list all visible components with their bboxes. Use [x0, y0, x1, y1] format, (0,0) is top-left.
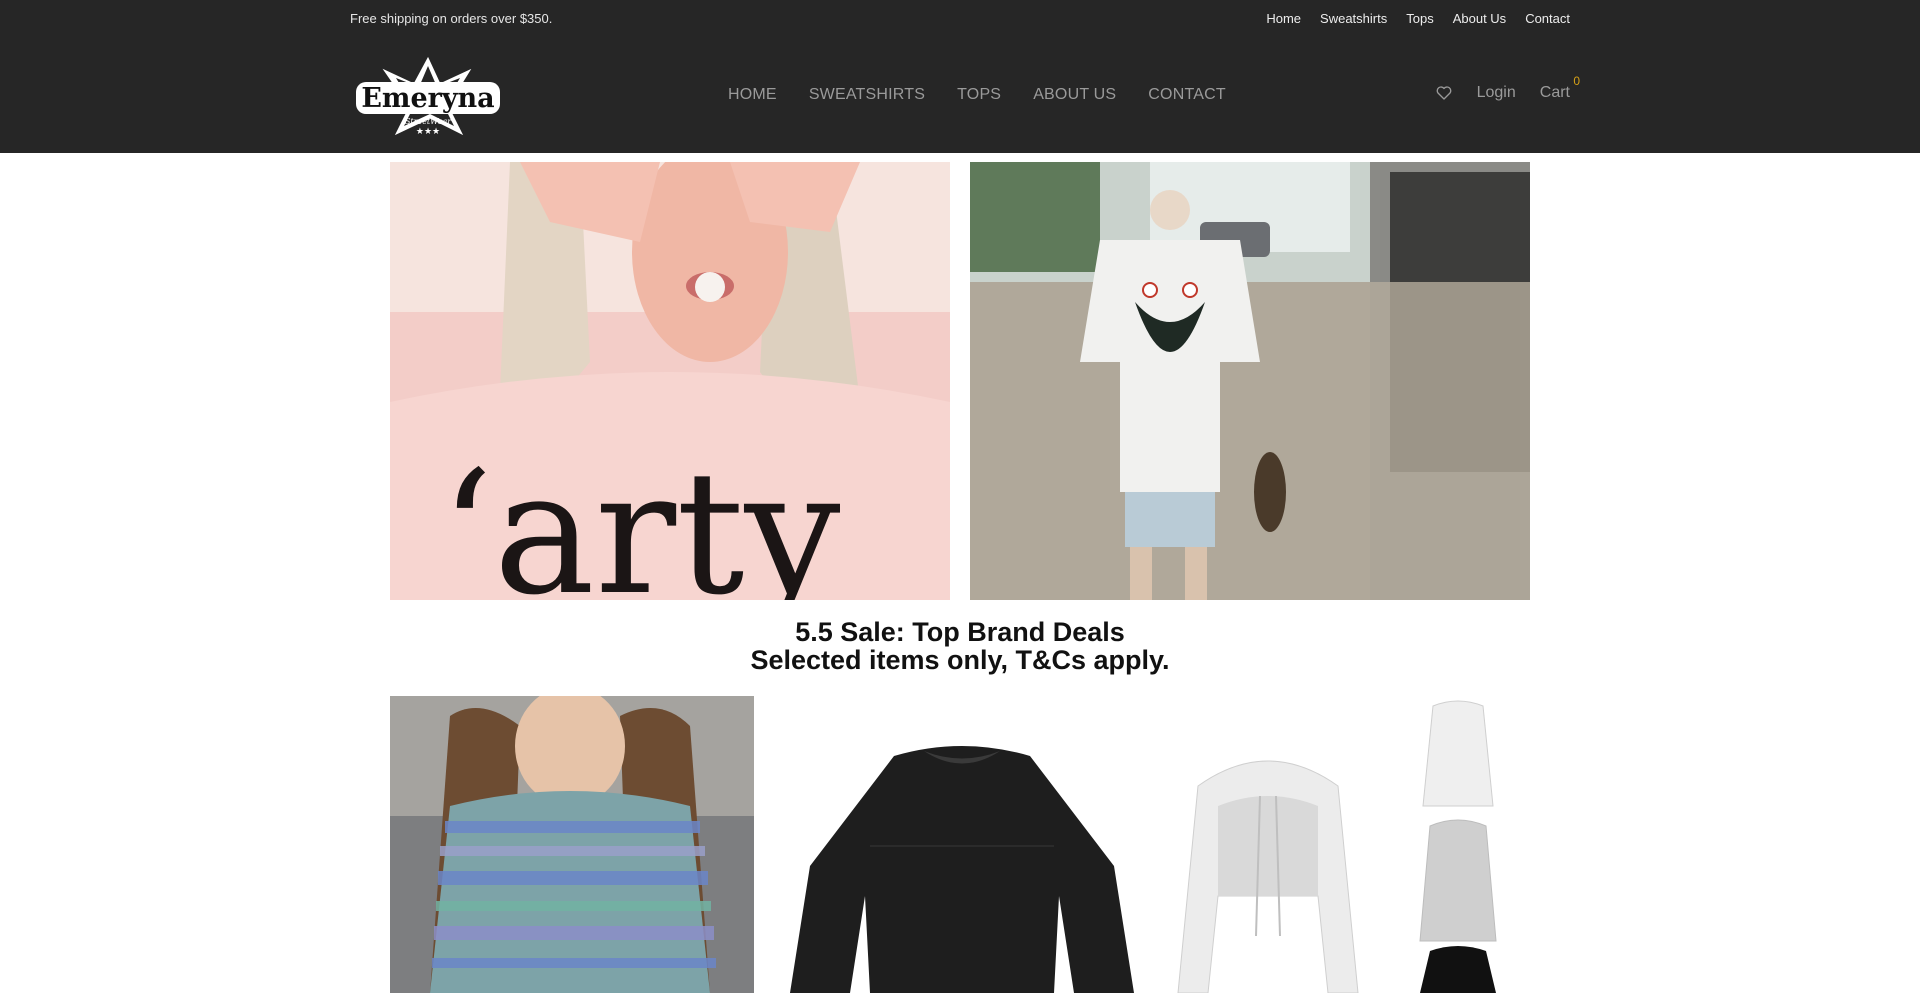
main-nav: HOME SWEATSHIRTS TOPS ABOUT US CONTACT: [728, 86, 1226, 104]
account-nav: Login Cart 0: [1435, 74, 1580, 102]
cart-count-badge: 0: [1573, 74, 1580, 88]
site-header: Free shipping on orders over $350. Home …: [0, 0, 1920, 153]
svg-text:‘arty: ‘arty: [439, 435, 840, 600]
hero-banner-party-tee[interactable]: ‘arty: [390, 162, 950, 600]
product-cropped-hoodie[interactable]: [1168, 696, 1530, 993]
wishlist-button[interactable]: [1435, 84, 1453, 102]
heart-icon: [1436, 86, 1451, 100]
cart-link[interactable]: Cart 0: [1539, 74, 1580, 102]
top-links: Home Sweatshirts Tops About Us Contact: [1266, 11, 1570, 26]
svg-text:★★★: ★★★: [416, 127, 440, 136]
site-logo[interactable]: Emeryna StreetWear ★★★: [350, 56, 506, 137]
free-shipping-notice: Free shipping on orders over $350.: [350, 11, 553, 26]
hero-banner-shark-tee[interactable]: [970, 162, 1530, 600]
svg-text:Emeryna: Emeryna: [361, 83, 494, 114]
nav-tops[interactable]: TOPS: [957, 86, 1001, 104]
top-link-about-us[interactable]: About Us: [1453, 11, 1506, 26]
nav-contact[interactable]: CONTACT: [1148, 86, 1226, 104]
product-fair-isle-sweater[interactable]: [390, 696, 754, 993]
product-black-sweatshirt[interactable]: [774, 696, 1150, 993]
nav-about-us[interactable]: ABOUT US: [1033, 86, 1116, 104]
sale-title: 5.5 Sale: Top Brand Deals: [795, 617, 1125, 647]
svg-text:StreetWear: StreetWear: [405, 117, 452, 126]
top-link-contact[interactable]: Contact: [1525, 11, 1570, 26]
sale-heading: 5.5 Sale: Top Brand Deals Selected items…: [0, 618, 1920, 674]
cart-label: Cart: [1539, 84, 1570, 101]
sale-subtitle: Selected items only, T&Cs apply.: [750, 645, 1170, 675]
login-link[interactable]: Login: [1477, 84, 1516, 102]
nav-sweatshirts[interactable]: SWEATSHIRTS: [809, 86, 925, 104]
top-link-sweatshirts[interactable]: Sweatshirts: [1320, 11, 1387, 26]
top-link-tops[interactable]: Tops: [1406, 11, 1433, 26]
top-link-home[interactable]: Home: [1266, 11, 1301, 26]
nav-home[interactable]: HOME: [728, 86, 777, 104]
